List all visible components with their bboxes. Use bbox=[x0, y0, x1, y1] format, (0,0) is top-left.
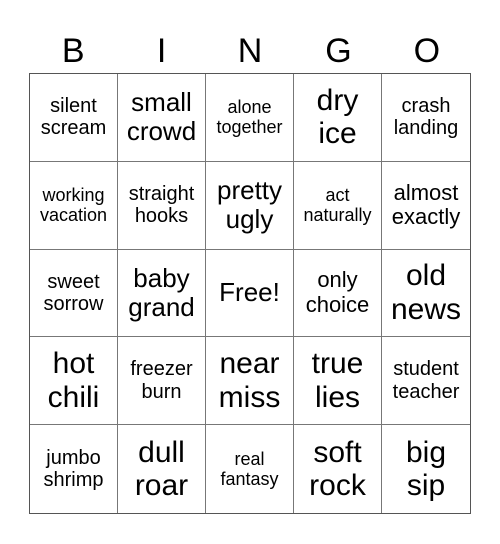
bingo-cell[interactable]: act naturally bbox=[294, 161, 382, 250]
bingo-cell-text: old news bbox=[390, 259, 462, 326]
bingo-cell[interactable]: dry ice bbox=[294, 74, 382, 162]
bingo-cell[interactable]: student teacher bbox=[382, 337, 470, 426]
header-letter-n: N bbox=[237, 32, 263, 70]
bingo-cell[interactable]: baby grand bbox=[118, 249, 206, 338]
bingo-cell-text: pretty ugly bbox=[216, 175, 283, 235]
bingo-grid: silent scream small crowd alone together dr… bbox=[29, 73, 471, 514]
bingo-cell-text: soft rock bbox=[309, 435, 366, 503]
bingo-cell-text: freezer burn bbox=[130, 358, 193, 403]
bingo-cell-text: student teacher bbox=[392, 358, 460, 403]
bingo-cell-text: real fantasy bbox=[220, 448, 279, 490]
bingo-cell[interactable]: old news bbox=[382, 250, 470, 338]
bingo-cell-text: hot chili bbox=[47, 347, 100, 414]
bingo-cell[interactable]: working vacation bbox=[30, 161, 118, 250]
bingo-cell[interactable]: only choice bbox=[294, 249, 382, 338]
bingo-cell-text: only choice bbox=[305, 267, 370, 317]
bingo-header: B I N G O bbox=[29, 30, 471, 73]
bingo-cell[interactable]: Free! bbox=[206, 249, 294, 338]
bingo-cell[interactable]: real fantasy bbox=[206, 425, 294, 513]
bingo-cell[interactable]: alone together bbox=[206, 74, 294, 162]
bingo-cell[interactable]: hot chili bbox=[30, 337, 118, 426]
bingo-cell-text: near miss bbox=[218, 347, 281, 414]
bingo-cell-text: working vacation bbox=[39, 185, 108, 226]
bingo-cell-text: jumbo shrimp bbox=[43, 446, 104, 492]
bingo-cell[interactable]: jumbo shrimp bbox=[30, 425, 118, 513]
bingo-cell-text: small crowd bbox=[126, 87, 197, 147]
header-letter-i: I bbox=[156, 32, 167, 70]
bingo-cell-text: silent scream bbox=[40, 95, 107, 140]
bingo-cell-text: Free! bbox=[219, 277, 280, 308]
bingo-cell[interactable]: small crowd bbox=[118, 74, 206, 162]
bingo-cell[interactable]: crash landing bbox=[382, 74, 470, 162]
bingo-cell-text: straight hooks bbox=[128, 182, 195, 228]
bingo-cell-text: almost exactly bbox=[391, 179, 461, 230]
bingo-cell-text: act naturally bbox=[303, 185, 372, 226]
bingo-cell-text: dull roar bbox=[134, 435, 189, 503]
bingo-cell[interactable]: soft rock bbox=[294, 425, 382, 513]
bingo-cell-text: true lies bbox=[311, 347, 364, 414]
header-letter-g: G bbox=[325, 32, 352, 70]
bingo-cell-text: big sip bbox=[405, 435, 447, 503]
bingo-cell[interactable]: big sip bbox=[382, 425, 470, 513]
bingo-cell-text: alone together bbox=[216, 97, 283, 138]
bingo-cell[interactable]: true lies bbox=[294, 337, 382, 426]
bingo-cell[interactable]: straight hooks bbox=[118, 161, 206, 250]
bingo-cell-text: baby grand bbox=[128, 262, 195, 322]
bingo-cell[interactable]: almost exactly bbox=[382, 162, 470, 250]
bingo-cell[interactable]: pretty ugly bbox=[206, 161, 294, 250]
bingo-cell[interactable]: near miss bbox=[206, 337, 294, 426]
header-letter-o: O bbox=[413, 32, 441, 70]
bingo-cell[interactable]: silent scream bbox=[30, 74, 118, 162]
bingo-cell-text: dry ice bbox=[316, 83, 359, 151]
bingo-cell[interactable]: freezer burn bbox=[118, 337, 206, 426]
bingo-cell[interactable]: dull roar bbox=[118, 425, 206, 513]
bingo-cell[interactable]: sweet sorrow bbox=[30, 249, 118, 338]
header-letter-b: B bbox=[61, 32, 85, 70]
bingo-cell-text: sweet sorrow bbox=[43, 270, 104, 315]
bingo-cell-text: crash landing bbox=[393, 95, 459, 140]
